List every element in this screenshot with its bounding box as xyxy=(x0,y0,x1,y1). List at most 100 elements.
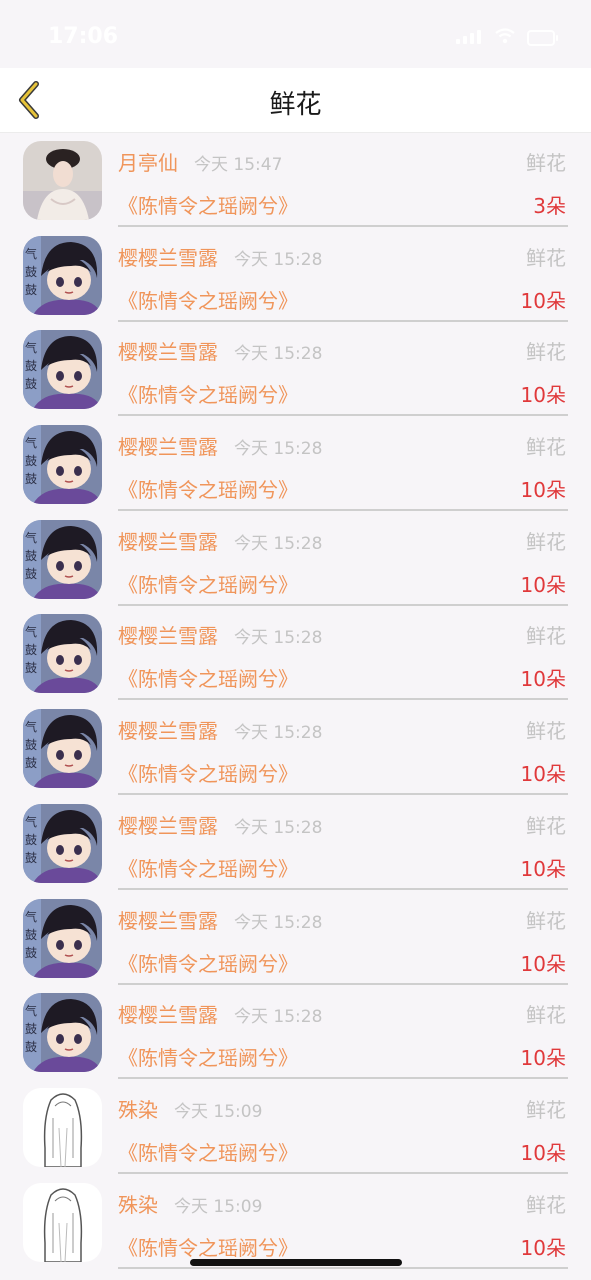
gift-count: 10朵 xyxy=(520,762,566,787)
avatar[interactable]: 气鼓鼓 xyxy=(23,519,102,599)
svg-text:气: 气 xyxy=(25,435,37,450)
list-item[interactable]: 气鼓鼓樱樱兰雪露 今天 15:28 鲜花 《陈情令之瑶阙兮》 10朵 xyxy=(0,606,591,701)
book-title[interactable]: 《陈情令之瑶阙兮》 xyxy=(118,1137,298,1166)
book-title[interactable]: 《陈情令之瑶阙兮》 xyxy=(118,190,298,219)
book-title[interactable]: 《陈情令之瑶阙兮》 xyxy=(118,474,298,503)
svg-text:气: 气 xyxy=(25,246,37,261)
row-divider xyxy=(118,1266,568,1269)
gift-count: 10朵 xyxy=(520,478,566,503)
list-item[interactable]: 殊染 今天 15:09 鲜花 《陈情令之瑶阙兮》 10朵 xyxy=(0,1175,591,1270)
svg-text:鼓: 鼓 xyxy=(25,833,37,847)
list-item[interactable]: 气鼓鼓樱樱兰雪露 今天 15:28 鲜花《陈情令之瑶阙兮》 10朵 xyxy=(0,701,591,796)
avatar[interactable]: 气鼓鼓 xyxy=(23,898,102,978)
gift-count: 10朵 xyxy=(520,1046,566,1071)
timestamp: 今天 15:28 xyxy=(234,723,323,744)
list-item[interactable]: 气鼓鼓樱樱兰雪露 今天 15:28 鲜花 《陈情令之瑶阙兮》 10朵 xyxy=(0,891,591,986)
user-name-text: 月亭仙 xyxy=(118,151,178,175)
book-title[interactable]: 《陈情令之瑶阙兮》 xyxy=(118,1232,298,1261)
flower-list: 月亭仙 今天 15:47 鲜花 《陈情令之瑶阙兮》 3朵气鼓鼓樱樱兰雪露 今天 15:28… xyxy=(0,133,591,1269)
list-item[interactable]: 气鼓鼓樱樱兰雪露 今天 15:28 鲜花 《陈情令之瑶阙兮》 10朵 xyxy=(0,796,591,891)
user-name[interactable]: 樱樱兰雪露 今天 15:28 xyxy=(118,431,322,460)
gift-type: 鲜花 xyxy=(526,435,566,460)
svg-text:鼓: 鼓 xyxy=(25,472,37,486)
avatar[interactable]: 气鼓鼓 xyxy=(23,235,102,315)
avatar[interactable] xyxy=(23,1182,102,1262)
book-title[interactable]: 《陈情令之瑶阙兮》 xyxy=(118,853,298,882)
book-title[interactable]: 《陈情令之瑶阙兮》 xyxy=(118,379,298,408)
timestamp: 今天 15:28 xyxy=(234,1007,323,1028)
timestamp: 今天 15:28 xyxy=(234,439,323,460)
svg-text:鼓: 鼓 xyxy=(25,946,37,960)
svg-text:鼓: 鼓 xyxy=(25,1022,37,1036)
list-item[interactable]: 气鼓鼓樱樱兰雪露 今天 15:28 鲜花《陈情令之瑶阙兮》 10朵 xyxy=(0,512,591,607)
avatar[interactable]: 气鼓鼓 xyxy=(23,425,102,505)
user-name[interactable]: 月亭仙 今天 15:47 xyxy=(118,147,282,176)
gift-type: 鲜花 xyxy=(526,813,566,838)
user-name-text: 樱樱兰雪露 xyxy=(118,1003,218,1028)
row-divider xyxy=(118,982,568,985)
svg-text:鼓: 鼓 xyxy=(25,454,37,468)
avatar[interactable] xyxy=(23,141,102,220)
row-divider xyxy=(118,793,568,796)
gift-type: 鲜花 xyxy=(526,151,566,175)
row-divider xyxy=(118,1171,568,1174)
avatar[interactable] xyxy=(23,1087,102,1167)
avatar[interactable]: 气鼓鼓 xyxy=(23,803,102,883)
svg-text:鼓: 鼓 xyxy=(25,643,37,657)
book-title[interactable]: 《陈情令之瑶阙兮》 xyxy=(118,569,298,598)
user-name[interactable]: 樱樱兰雪露 今天 15:28 xyxy=(118,336,322,365)
book-title[interactable]: 《陈情令之瑶阙兮》 xyxy=(118,1042,298,1071)
row-divider xyxy=(118,1077,568,1080)
row-divider xyxy=(118,319,568,322)
user-name[interactable]: 樱樱兰雪露 今天 15:28 xyxy=(118,620,322,649)
user-name[interactable]: 樱樱兰雪露 今天 15:28 xyxy=(118,999,322,1028)
list-item[interactable]: 气鼓鼓樱樱兰雪露 今天 15:28 鲜花 《陈情令之瑶阙兮》 10朵 xyxy=(0,417,591,512)
avatar[interactable]: 气鼓鼓 xyxy=(23,993,102,1073)
list-item[interactable]: 气鼓鼓樱樱兰雪露 今天 15:28 鲜花 《陈情令之瑶阙兮》 10朵 xyxy=(0,228,591,323)
svg-text:气: 气 xyxy=(25,1003,37,1018)
avatar[interactable]: 气鼓鼓 xyxy=(23,614,102,694)
list-item[interactable]: 月亭仙 今天 15:47 鲜花《陈情令之瑶阙兮》 3朵 xyxy=(0,133,591,228)
svg-text:气: 气 xyxy=(25,340,37,355)
user-name[interactable]: 樱樱兰雪露 今天 15:28 xyxy=(118,715,322,744)
list-item[interactable]: 气鼓鼓樱樱兰雪露 今天 15:28 鲜花 《陈情令之瑶阙兮》 10朵 xyxy=(0,322,591,417)
user-name[interactable]: 殊染 今天 15:09 xyxy=(118,1094,262,1123)
avatar[interactable]: 气鼓鼓 xyxy=(23,330,102,410)
user-name-text: 殊染 xyxy=(118,1097,158,1122)
user-name[interactable]: 殊染 今天 15:09 xyxy=(118,1189,262,1218)
gift-type: 鲜花 xyxy=(526,1003,566,1028)
user-name[interactable]: 樱樱兰雪露 今天 15:28 xyxy=(118,526,322,555)
user-name[interactable]: 樱樱兰雪露 今天 15:28 xyxy=(118,905,322,934)
gift-count: 3朵 xyxy=(533,194,566,218)
gift-type: 鲜花 xyxy=(526,529,566,554)
book-title[interactable]: 《陈情令之瑶阙兮》 xyxy=(118,758,298,787)
user-name[interactable]: 樱樱兰雪露 今天 15:28 xyxy=(118,242,322,271)
battery-icon xyxy=(527,30,558,46)
book-title[interactable]: 《陈情令之瑶阙兮》 xyxy=(118,948,298,977)
user-name-text: 樱樱兰雪露 xyxy=(118,624,218,649)
row-divider xyxy=(118,225,568,227)
user-name-text: 樱樱兰雪露 xyxy=(118,908,218,933)
timestamp: 今天 15:28 xyxy=(234,344,323,365)
book-title[interactable]: 《陈情令之瑶阙兮》 xyxy=(118,663,298,692)
list-item[interactable]: 殊染 今天 15:09 鲜花 《陈情令之瑶阙兮》 10朵 xyxy=(0,1080,591,1175)
timestamp: 今天 15:09 xyxy=(174,1101,263,1122)
gift-type: 鲜花 xyxy=(526,1192,566,1217)
svg-text:鼓: 鼓 xyxy=(25,377,37,391)
home-indicator[interactable] xyxy=(190,1259,402,1266)
gift-type: 鲜花 xyxy=(526,624,566,649)
list-item[interactable]: 气鼓鼓樱樱兰雪露 今天 15:28 鲜花《陈情令之瑶阙兮》 10朵 xyxy=(0,985,591,1080)
user-name[interactable]: 樱樱兰雪露 今天 15:28 xyxy=(118,810,322,839)
status-time: 17:06 xyxy=(48,24,119,49)
svg-text:鼓: 鼓 xyxy=(25,928,37,942)
avatar[interactable]: 气鼓鼓 xyxy=(23,709,102,789)
gift-type: 鲜花 xyxy=(526,719,566,744)
svg-text:气: 气 xyxy=(25,814,37,829)
timestamp: 今天 15:47 xyxy=(194,155,283,175)
nav-bar: 鲜花 xyxy=(0,68,591,133)
page-title: 鲜花 xyxy=(269,90,322,120)
gift-count: 10朵 xyxy=(520,572,566,597)
gift-count: 10朵 xyxy=(520,1140,566,1165)
book-title[interactable]: 《陈情令之瑶阙兮》 xyxy=(118,285,298,314)
svg-text:鼓: 鼓 xyxy=(25,756,37,770)
